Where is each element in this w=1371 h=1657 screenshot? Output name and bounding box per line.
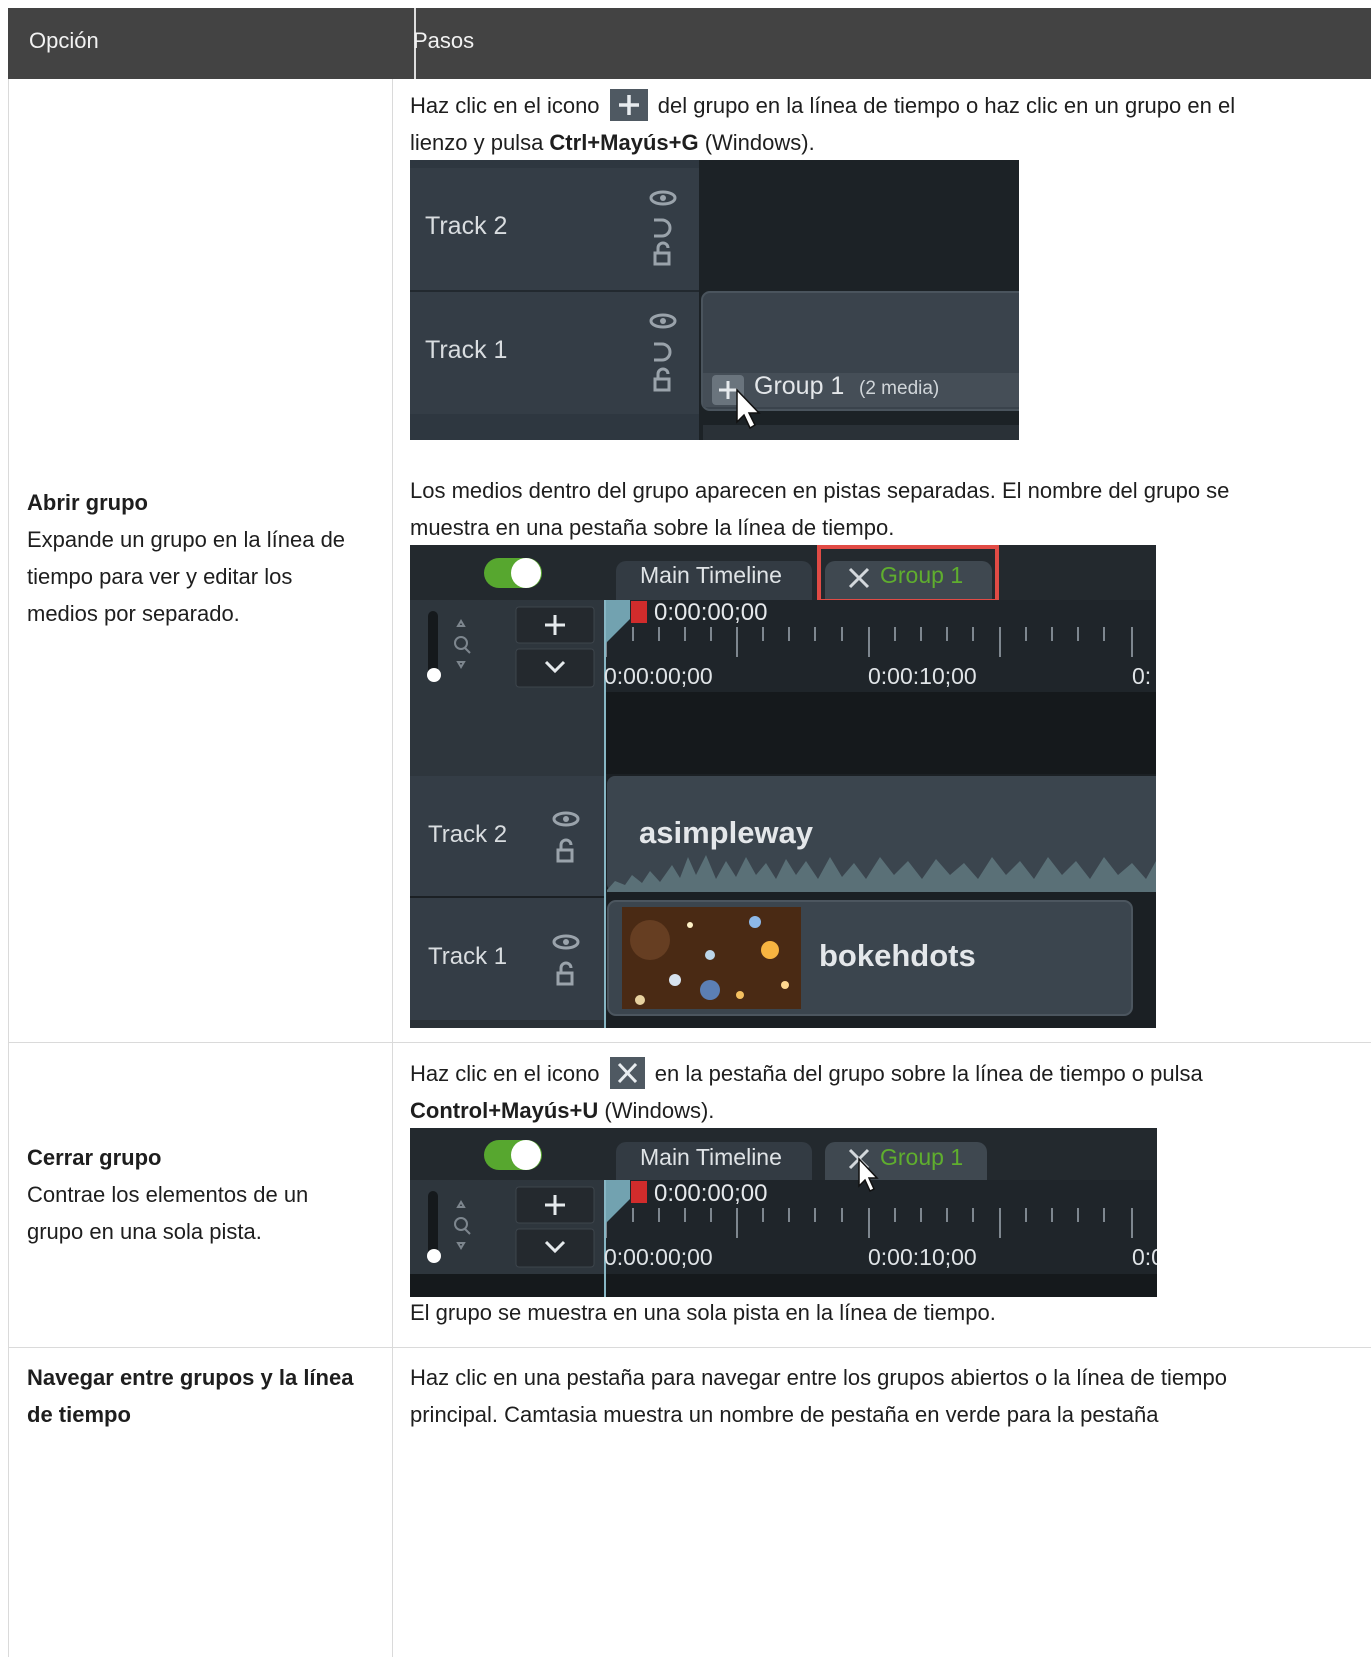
timeline-close-tab-screenshot: Main Timeline Group 1 0:00:00;00 0:00:00… <box>410 1128 1157 1297</box>
row-navigate-option: Navegar entre grupos y la línea de tiemp… <box>27 1359 387 1433</box>
step-text: Haz clic en una pestaña para navegar ent… <box>410 1365 1227 1390</box>
close-group-result-text: El grupo se muestra en una sola pista en… <box>410 1294 1360 1331</box>
group-media-count: (2 media) <box>859 378 940 399</box>
navigate-step-text: Haz clic en una pestaña para navegar ent… <box>410 1359 1360 1433</box>
option-description: medios por separado. <box>27 601 240 626</box>
step-text: lienzo y pulsa <box>410 130 550 155</box>
playhead-time: 0:00:00;00 <box>654 1180 768 1207</box>
header-steps: Pasos <box>413 28 475 53</box>
audio-clip-label[interactable]: asimpleway <box>639 815 813 851</box>
tab-main-timeline[interactable]: Main Timeline <box>640 562 782 589</box>
row-open-group-option: Abrir grupo Expande un grupo en la línea… <box>27 484 377 632</box>
open-group-result-text: Los medios dentro del grupo aparecen en … <box>410 472 1360 546</box>
ruler-time-10: 0:00:10;00 <box>868 1244 977 1270</box>
step-text: principal. Camtasia muestra un nombre de… <box>410 1402 1159 1427</box>
step-text: del grupo en la línea de tiempo o haz cl… <box>657 93 1236 118</box>
shortcut-text: Control+Mayús+U <box>410 1098 599 1123</box>
step-text: (Windows). <box>698 130 815 155</box>
track-2-label: Track 2 <box>425 212 508 240</box>
shortcut-text: Ctrl+Mayús+G <box>549 130 699 155</box>
track-1-label: Track 1 <box>428 943 508 970</box>
expand-group-icon <box>609 89 648 122</box>
ruler-time-10: 0:00:10;00 <box>868 663 977 689</box>
table-header: Opción Pasos <box>8 8 1371 79</box>
track-2-label: Track 2 <box>428 821 508 848</box>
ruler-time-0: 0:00:00;00 <box>604 663 713 689</box>
open-group-step-text: Haz clic en el icono del grupo en la lín… <box>410 87 1360 161</box>
row-divider <box>8 1042 1371 1043</box>
row-divider <box>8 1347 1371 1348</box>
option-title: de tiempo <box>27 1402 131 1427</box>
step-text: muestra en una pestaña sobre la línea de… <box>410 515 895 540</box>
bokeh-thumbnail <box>622 907 801 1009</box>
step-text: Los medios dentro del grupo aparecen en … <box>410 478 1230 503</box>
timeline-expanded-screenshot: Main Timeline Group 1 0:00:00;00 0:00:00… <box>410 545 1156 1028</box>
timeline-collapsed-screenshot: Track 2 Track 1 Group 1 (2 media) <box>410 160 1019 440</box>
option-title: Navegar entre grupos y la línea <box>27 1365 354 1390</box>
left-border <box>8 79 9 1657</box>
option-description: Expande un grupo en la línea de <box>27 527 346 552</box>
close-group-step-text: Haz clic en el icono en la pestaña del g… <box>410 1055 1360 1129</box>
step-text: en la pestaña del grupo sobre la línea d… <box>654 1061 1203 1086</box>
step-text: Haz clic en el icono <box>410 93 600 118</box>
option-description: tiempo para ver y editar los <box>27 564 293 589</box>
track-1-label: Track 1 <box>425 336 508 364</box>
step-text: (Windows). <box>598 1098 715 1123</box>
step-text: Haz clic en el icono <box>410 1061 600 1086</box>
ruler-time-20: 0:0 <box>1132 1244 1157 1270</box>
video-clip-label[interactable]: bokehdots <box>819 938 976 974</box>
ruler-time-20: 0: <box>1132 663 1152 689</box>
tab-group-1[interactable]: Group 1 <box>880 562 963 589</box>
timeline-illustration <box>410 545 1156 1028</box>
option-description: grupo en una sola pista. <box>27 1219 262 1244</box>
close-group-icon <box>609 1057 645 1090</box>
tab-group-1[interactable]: Group 1 <box>880 1144 963 1171</box>
ruler-time-0: 0:00:00;00 <box>604 1244 713 1270</box>
row-close-group-option: Cerrar grupo Contrae los elementos de un… <box>27 1139 377 1250</box>
tab-main-timeline[interactable]: Main Timeline <box>640 1144 782 1171</box>
step-text: El grupo se muestra en una sola pista en… <box>410 1300 996 1325</box>
option-title: Abrir grupo <box>27 490 148 515</box>
group-clip-label: Group 1 <box>754 372 845 400</box>
timeline-illustration <box>410 1128 1157 1297</box>
header-option: Opción <box>29 28 99 53</box>
column-divider <box>392 79 393 1657</box>
playhead-time: 0:00:00;00 <box>654 599 768 626</box>
option-title: Cerrar grupo <box>27 1145 162 1170</box>
option-description: Contrae los elementos de un <box>27 1182 309 1207</box>
